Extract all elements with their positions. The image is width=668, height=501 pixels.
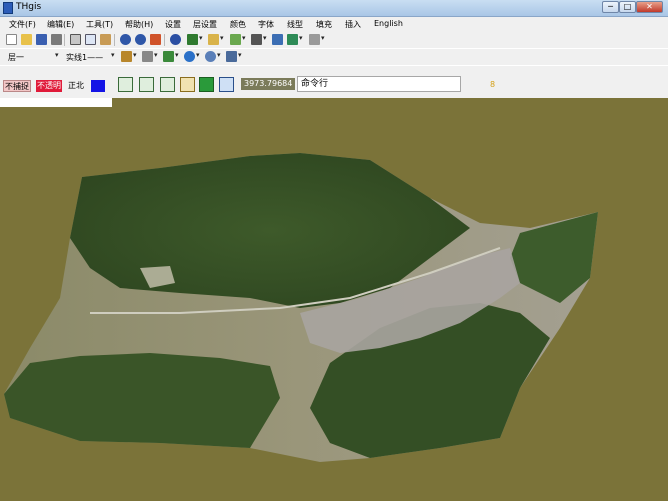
linetype-select[interactable]: 实线1—— <box>66 52 103 63</box>
zoom-dropdown-arrow[interactable]: ▾ <box>220 34 224 42</box>
new-file-icon[interactable] <box>6 34 17 45</box>
color-swatch[interactable] <box>91 80 105 92</box>
menu-tools[interactable]: 工具(T) <box>86 19 113 30</box>
layer-select[interactable]: 层一 <box>8 52 24 63</box>
coordinate-readout: 3973.79684 <box>241 78 295 90</box>
menu-english[interactable]: English <box>374 19 403 28</box>
north-toggle[interactable]: 正北 <box>67 80 85 92</box>
menu-layer-settings[interactable]: 层设置 <box>193 19 217 30</box>
menu-bar: 文件(F) 编辑(E) 工具(T) 帮助(H) 设置 层设置 颜色 字体 线型 … <box>0 17 668 32</box>
terrain-icon[interactable] <box>219 77 234 92</box>
palette-icon[interactable] <box>121 51 132 62</box>
app-icon <box>3 2 13 14</box>
layer-green-icon[interactable] <box>199 77 214 92</box>
menu-color[interactable]: 颜色 <box>230 19 246 30</box>
measure-dropdown-arrow[interactable]: ▾ <box>321 34 325 42</box>
pan-icon[interactable] <box>118 77 133 92</box>
grid-icon[interactable] <box>230 34 241 45</box>
redo-icon[interactable] <box>135 34 146 45</box>
axis-icon[interactable] <box>251 34 262 45</box>
toolbar-separator <box>64 34 65 46</box>
maximize-button[interactable]: □ <box>619 1 636 13</box>
opacity-toggle[interactable]: 不透明 <box>36 80 62 92</box>
toolbar-separator <box>164 34 165 46</box>
terrain-southwest-forest <box>4 353 280 448</box>
command-line-input[interactable]: 命令行 <box>297 76 461 92</box>
viewport-corner-strip <box>0 98 112 107</box>
palette-dropdown-arrow[interactable]: ▾ <box>133 51 137 59</box>
sphere-icon[interactable] <box>205 51 216 62</box>
window-title: THgis <box>16 2 42 12</box>
map-viewport[interactable] <box>0 98 668 501</box>
globe-dropdown-arrow[interactable]: ▾ <box>196 51 200 59</box>
status-marker: 8 <box>490 80 496 89</box>
menu-font[interactable]: 字体 <box>258 19 274 30</box>
save-icon[interactable] <box>36 34 47 45</box>
measure-icon[interactable] <box>309 34 320 45</box>
layer-dropdown-arrow[interactable]: ▾ <box>199 34 203 42</box>
linetype-select-arrow[interactable]: ▾ <box>111 51 115 59</box>
undo-icon[interactable] <box>120 34 131 45</box>
cut-icon[interactable] <box>70 34 81 45</box>
globe-small-icon[interactable] <box>184 51 195 62</box>
copy-icon[interactable] <box>85 34 96 45</box>
fill-dropdown-arrow[interactable]: ▾ <box>154 51 158 59</box>
layer-icon[interactable] <box>187 34 198 45</box>
axis-dropdown-arrow[interactable]: ▾ <box>263 34 267 42</box>
menu-edit[interactable]: 编辑(E) <box>47 19 74 30</box>
menu-insert[interactable]: 插入 <box>345 19 361 30</box>
fill-bucket-icon[interactable] <box>142 51 153 62</box>
sphere-dropdown-arrow[interactable]: ▾ <box>217 51 221 59</box>
image-icon[interactable] <box>287 34 298 45</box>
zoom-window-icon[interactable] <box>139 77 154 92</box>
print-icon[interactable] <box>51 34 62 45</box>
help-icon[interactable] <box>170 34 181 45</box>
rgb-dropdown-arrow[interactable]: ▾ <box>175 51 179 59</box>
title-bar: THgis ─ □ ✕ <box>0 0 668 17</box>
menu-linetype[interactable]: 线型 <box>287 19 303 30</box>
close-button[interactable]: ✕ <box>636 1 663 13</box>
paste-icon[interactable] <box>100 34 111 45</box>
toolbar-separator <box>114 34 115 46</box>
terrain-view <box>4 153 598 462</box>
menu-fill[interactable]: 填充 <box>316 19 332 30</box>
compass-icon[interactable] <box>180 77 195 92</box>
secondary-toolbar: 层一 ▾ 实线1—— ▾ ▾ ▾ ▾ ▾ ▾ ▾ <box>0 49 668 65</box>
open-folder-icon[interactable] <box>21 34 32 45</box>
grid-dropdown-arrow[interactable]: ▾ <box>242 34 246 42</box>
chart-icon[interactable] <box>226 51 237 62</box>
delete-icon[interactable] <box>150 34 161 45</box>
rgb-icon[interactable] <box>163 51 174 62</box>
snap-toggle[interactable]: 不捕捉 <box>3 80 31 92</box>
table-icon[interactable] <box>272 34 283 45</box>
image-dropdown-arrow[interactable]: ▾ <box>299 34 303 42</box>
menu-help[interactable]: 帮助(H) <box>125 19 153 30</box>
menu-settings[interactable]: 设置 <box>165 19 181 30</box>
chart-dropdown-arrow[interactable]: ▾ <box>238 51 242 59</box>
status-row: 不捕捉 不透明 正北 3973.79684 命令行 8 <box>0 66 668 98</box>
heart-icon[interactable] <box>160 77 175 92</box>
menu-file[interactable]: 文件(F) <box>9 19 36 30</box>
zoom-icon[interactable] <box>208 34 219 45</box>
layer-select-arrow[interactable]: ▾ <box>55 51 59 59</box>
minimize-button[interactable]: ─ <box>602 1 619 13</box>
main-toolbar: ▾ ▾ ▾ ▾ ▾ ▾ <box>0 32 668 48</box>
